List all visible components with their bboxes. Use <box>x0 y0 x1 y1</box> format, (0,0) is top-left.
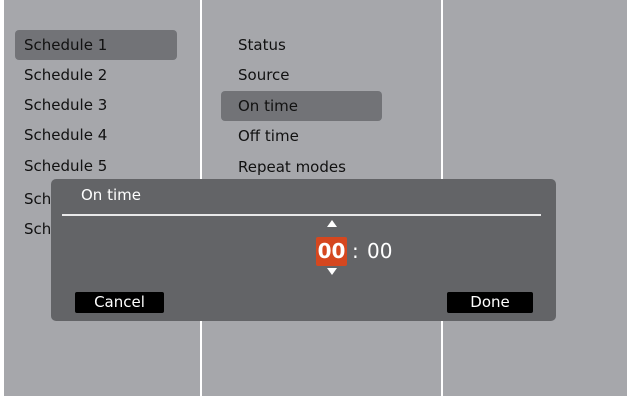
option-off-time[interactable]: Off time <box>238 121 299 151</box>
option-label: On time <box>238 97 298 115</box>
dialog-title: On time <box>81 186 141 204</box>
on-time-dialog: On time 00 : 00 Cancel Done <box>51 179 556 321</box>
done-button-label: Done <box>470 293 510 311</box>
schedule-item-label: Schedule 3 <box>24 96 108 114</box>
option-repeat-modes[interactable]: Repeat modes <box>238 152 346 182</box>
schedule-item-1[interactable]: Schedule 1 <box>15 30 177 60</box>
cancel-button-label: Cancel <box>94 293 145 311</box>
arrow-down-icon[interactable] <box>327 268 337 275</box>
done-button[interactable]: Done <box>447 292 533 313</box>
schedule-item-5[interactable]: Schedule 5 <box>24 151 107 181</box>
schedule-item-label: Sch <box>24 190 52 208</box>
schedule-item-3[interactable]: Schedule 3 <box>24 90 107 120</box>
option-on-time[interactable]: On time <box>221 91 382 121</box>
dialog-divider <box>62 214 541 216</box>
schedule-item-7[interactable]: Sch <box>24 214 51 244</box>
option-label: Status <box>238 36 286 54</box>
hour-field[interactable]: 00 <box>316 237 347 266</box>
minute-field[interactable]: 00 <box>367 237 392 266</box>
option-source[interactable]: Source <box>238 60 290 90</box>
schedule-item-label: Schedule 2 <box>24 66 108 84</box>
schedule-item-label: Schedule 5 <box>24 157 108 175</box>
schedule-item-label: Schedule 1 <box>24 36 108 54</box>
schedule-item-4[interactable]: Schedule 4 <box>24 120 107 150</box>
option-status[interactable]: Status <box>238 30 286 60</box>
schedule-item-label: Schedule 4 <box>24 126 108 144</box>
cancel-button[interactable]: Cancel <box>75 292 164 313</box>
schedule-item-label: Sch <box>24 220 52 238</box>
arrow-up-icon[interactable] <box>327 220 337 227</box>
option-label: Off time <box>238 127 299 145</box>
time-separator: : <box>352 239 359 263</box>
schedule-item-2[interactable]: Schedule 2 <box>24 60 107 90</box>
schedule-item-6[interactable]: Sch <box>24 184 51 214</box>
option-label: Repeat modes <box>238 158 346 176</box>
option-label: Source <box>238 66 290 84</box>
